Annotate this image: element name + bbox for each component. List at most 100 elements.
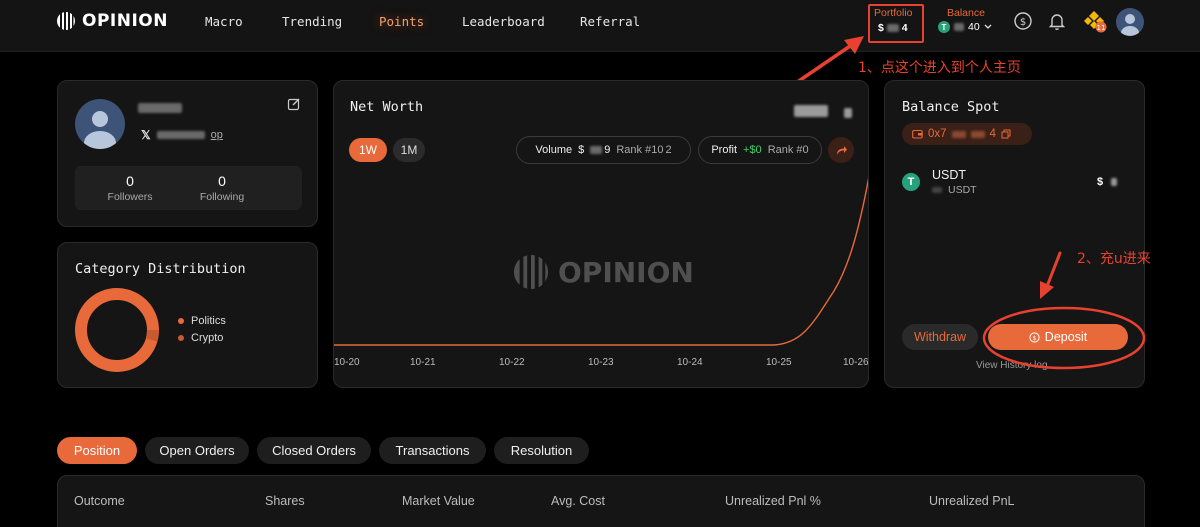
profile-avatar (75, 99, 125, 149)
x-tick-label: 10-26 (843, 357, 869, 368)
chevron-down-icon (984, 24, 992, 29)
asset-subline: USDT (932, 184, 977, 196)
avatar-icon (84, 111, 116, 149)
bell-icon[interactable] (1047, 11, 1067, 31)
share-button[interactable] (828, 137, 854, 163)
portfolio-value-tail: 4 (901, 22, 908, 34)
wallet-address: 0x7 (928, 128, 947, 140)
portfolio-link[interactable]: Portfolio (874, 7, 913, 19)
followers-stat[interactable]: 0 Followers (105, 173, 155, 203)
nav-link-points[interactable]: Points (379, 14, 424, 29)
asset-name: USDT (932, 168, 967, 182)
bnb-chain-icon[interactable]: 11 (1083, 9, 1107, 33)
edit-icon[interactable] (287, 97, 301, 111)
net-worth-series-line (334, 177, 868, 346)
x-account-link[interactable]: 𝕏 op (141, 128, 223, 142)
column-header-market-value[interactable]: Market Value (402, 494, 475, 508)
wallet-icon (912, 129, 923, 139)
follow-stats: 0 Followers 0 Following (75, 166, 302, 210)
masked-handle (156, 131, 205, 139)
x-tick-label: 10-25 (766, 357, 792, 368)
dollar-circle-icon[interactable]: $ (1013, 11, 1033, 31)
category-donut-chart (75, 288, 160, 372)
user-avatar-button[interactable] (1116, 8, 1144, 36)
tab-transactions[interactable]: Transactions (379, 437, 486, 464)
profit-stat: Profit +$0 Rank #0 (698, 136, 822, 164)
donut-segment-politics (75, 288, 159, 372)
portfolio-value-currency: $ (878, 22, 884, 34)
withdraw-button[interactable]: Withdraw (902, 324, 978, 350)
nav-link-macro[interactable]: Macro (205, 14, 243, 29)
annotation-step2: 2、充u进来 (1077, 251, 1151, 267)
masked-value (954, 23, 964, 31)
net-worth-line-chart (334, 177, 868, 346)
legend-item-politics: Politics (178, 315, 226, 327)
volume-value-tail: 9 (604, 144, 611, 156)
legend-dot (178, 335, 184, 341)
nav-link-leaderboard[interactable]: Leaderboard (462, 14, 545, 29)
nav-link-trending[interactable]: Trending (282, 14, 342, 29)
net-worth-card: Net Worth 1W 1M Volume $ 9 Rank #10 2 Pr… (333, 80, 869, 388)
brand-name: OPINION (82, 11, 168, 31)
profit-label: Profit (711, 144, 738, 156)
x-axis-labels: 10-20 10-21 10-22 10-23 10-24 10-25 10-2… (334, 357, 869, 371)
copy-icon[interactable] (1001, 129, 1011, 139)
asset-value-currency: $ (1097, 176, 1104, 188)
x-tick-label: 10-23 (588, 357, 614, 368)
range-tab-1m[interactable]: 1M (393, 138, 425, 162)
asset-value: $ (1097, 176, 1118, 188)
column-header-unrealized-pnl-pct[interactable]: Unrealized Pnl % (725, 494, 821, 508)
masked-value (932, 187, 942, 193)
masked-value (590, 146, 603, 154)
share-icon (836, 145, 847, 155)
volume-rank-tail: 2 (665, 144, 672, 156)
tether-icon: T (938, 21, 950, 33)
x-handle-tail: op (210, 129, 223, 141)
x-tick-label: 10-20 (334, 357, 360, 368)
profit-value: +$0 (743, 144, 762, 156)
opinion-logo-icon (57, 12, 75, 30)
following-label: Following (199, 191, 245, 203)
followers-count: 0 (126, 173, 134, 189)
column-header-avg-cost[interactable]: Avg. Cost (551, 494, 605, 508)
category-title: Category Distribution (75, 261, 246, 277)
profit-rank: Rank #0 (767, 144, 809, 156)
nav-link-referral[interactable]: Referral (580, 14, 640, 29)
category-distribution-card: Category Distribution Politics Crypto (57, 242, 318, 388)
annotation-step1: 1、点这个进入到个人主页 (858, 60, 1021, 76)
legend-item-crypto: Crypto (178, 332, 223, 344)
portfolio-value: $ 4 (878, 22, 908, 34)
donut-segment-crypto (145, 329, 160, 342)
wallet-address-tail: 4 (989, 128, 996, 140)
column-header-outcome[interactable]: Outcome (74, 494, 125, 508)
legend-label: Politics (191, 315, 226, 327)
column-header-unrealized-pnl[interactable]: Unrealized PnL (929, 494, 1014, 508)
brand-logo[interactable]: OPINION (56, 10, 168, 32)
masked-value (886, 24, 899, 33)
tab-position[interactable]: Position (57, 437, 137, 464)
masked-net-worth-value (844, 108, 852, 118)
balance-dropdown[interactable]: T 40 (938, 21, 992, 33)
volume-label: Volume (535, 144, 573, 156)
balance-spot-title: Balance Spot (902, 99, 1000, 115)
range-tab-1w[interactable]: 1W (349, 138, 387, 162)
following-stat[interactable]: 0 Following (192, 173, 252, 203)
volume-stat: Volume $ 9 Rank #10 2 (516, 136, 691, 164)
notification-badge: 11 (1097, 24, 1106, 32)
column-header-shares[interactable]: Shares (265, 494, 305, 508)
legend-dot (178, 318, 184, 324)
balance-value-tail: 40 (968, 21, 980, 33)
masked-value (970, 130, 985, 138)
volume-rank: Rank #10 (616, 144, 664, 156)
following-count: 0 (218, 173, 226, 189)
tab-resolution[interactable]: Resolution (494, 437, 589, 464)
wallet-address-chip[interactable]: 0x7 4 (902, 123, 1032, 145)
tab-open-orders[interactable]: Open Orders (145, 437, 249, 464)
svg-text:$: $ (1020, 17, 1026, 28)
top-nav: OPINION Macro Trending Points Leaderboar… (0, 0, 1200, 52)
x-tick-label: 10-24 (677, 357, 703, 368)
x-tick-label: 10-22 (499, 357, 525, 368)
tab-closed-orders[interactable]: Closed Orders (257, 437, 371, 464)
masked-value (1111, 178, 1118, 186)
x-logo-icon: 𝕏 (141, 128, 151, 142)
